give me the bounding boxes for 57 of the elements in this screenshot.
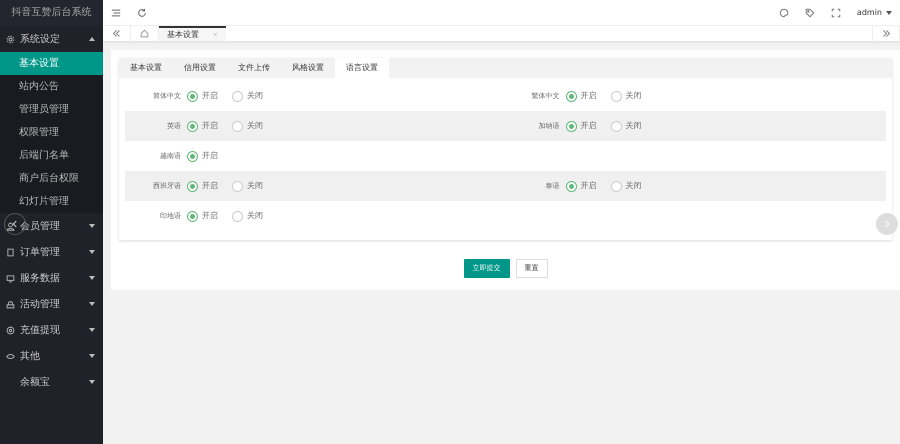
settings-tab[interactable]: 基本设置 bbox=[119, 58, 173, 78]
tag-icon bbox=[804, 8, 815, 18]
sidebar-submenu-item[interactable]: 基本设置 bbox=[0, 52, 103, 75]
radio-option[interactable]: 关闭 bbox=[232, 120, 263, 132]
radio-option[interactable]: 关闭 bbox=[232, 90, 263, 102]
radio-option[interactable]: 关闭 bbox=[610, 90, 642, 102]
radio-option[interactable]: 关闭 bbox=[610, 180, 642, 192]
home-icon bbox=[140, 29, 149, 38]
menu-icon bbox=[111, 8, 121, 18]
settings-tab[interactable]: 信用设置 bbox=[173, 58, 227, 78]
sidebar-submenu-item[interactable]: 权限管理 bbox=[0, 121, 103, 144]
sidebar-menu-item[interactable]: 系统设定 bbox=[0, 26, 103, 52]
page-tab[interactable]: 基本设置 bbox=[159, 26, 226, 41]
monitor-icon bbox=[6, 274, 15, 282]
circle-icon bbox=[6, 326, 15, 334]
fullscreen-icon bbox=[830, 8, 841, 18]
document-icon bbox=[6, 248, 15, 256]
radio-option[interactable]: 关闭 bbox=[610, 120, 642, 132]
radio-option[interactable]: 开启 bbox=[187, 210, 218, 222]
close-icon bbox=[213, 32, 218, 37]
radio-option[interactable]: 开启 bbox=[187, 90, 218, 102]
double-chevron-left-icon bbox=[112, 29, 121, 38]
sidebar-submenu-item[interactable]: 后端门名单 bbox=[0, 144, 103, 167]
sidebar-menu-item[interactable]: 服务数据 bbox=[0, 265, 103, 291]
home-button[interactable] bbox=[131, 26, 159, 41]
radio-option[interactable]: 开启 bbox=[187, 180, 218, 192]
sidebar-menu-item[interactable]: 余额宝 bbox=[0, 369, 103, 395]
settings-tab[interactable]: 风格设置 bbox=[281, 58, 335, 78]
sidebar-menu-item[interactable]: 充值提现 bbox=[0, 317, 103, 343]
radio-option[interactable]: 开启 bbox=[187, 150, 218, 162]
radio-option[interactable]: 关闭 bbox=[232, 210, 263, 222]
app-title: 抖音互赞后台系统 bbox=[0, 0, 103, 26]
sidebar-menu-item[interactable]: 其他 bbox=[0, 343, 103, 369]
settings-tab[interactable]: 语言设置 bbox=[335, 58, 389, 78]
settings-tab[interactable]: 文件上传 bbox=[227, 58, 281, 78]
sidebar-submenu-item[interactable]: 幻灯片管理 bbox=[0, 190, 103, 213]
sidebar-menu-item[interactable]: 订单管理 bbox=[0, 239, 103, 265]
eye-icon bbox=[6, 352, 15, 360]
scroll-right-button[interactable] bbox=[872, 26, 900, 41]
sidebar-menu-item[interactable]: 活动管理 bbox=[0, 291, 103, 317]
radio-option[interactable]: 关闭 bbox=[232, 180, 263, 192]
sidebar-submenu-item[interactable]: 站内公告 bbox=[0, 75, 103, 98]
sidebar-submenu-item[interactable]: 商户后台权限 bbox=[0, 167, 103, 190]
double-chevron-right-icon bbox=[882, 29, 890, 38]
gear-icon bbox=[6, 34, 15, 44]
caret-icon bbox=[886, 10, 892, 14]
tray-icon bbox=[6, 300, 15, 308]
scroll-left-button[interactable] bbox=[103, 26, 131, 41]
palette-icon bbox=[778, 8, 789, 18]
refresh-icon bbox=[137, 8, 147, 18]
radio-option[interactable]: 开启 bbox=[566, 90, 596, 102]
user-menu[interactable]: admin bbox=[856, 6, 882, 18]
radio-option[interactable]: 开启 bbox=[187, 120, 218, 132]
radio-option[interactable]: 开启 bbox=[566, 180, 596, 192]
sidebar-submenu-item[interactable]: 管理员管理 bbox=[0, 98, 103, 121]
user-icon bbox=[6, 222, 15, 230]
radio-option[interactable]: 开启 bbox=[566, 120, 596, 132]
